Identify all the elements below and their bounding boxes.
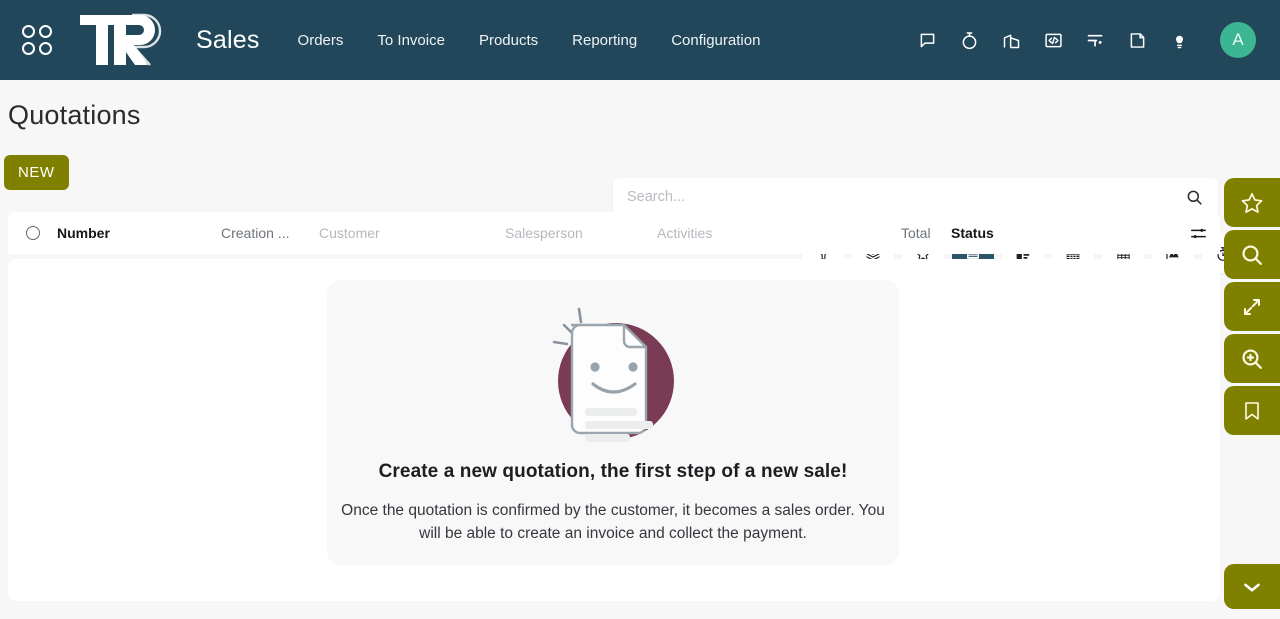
menu-item-orders[interactable]: Orders	[298, 32, 344, 49]
apps-dot	[22, 25, 35, 38]
search-input[interactable]	[627, 189, 1185, 205]
expand-icon[interactable]	[1224, 282, 1280, 331]
empty-state-title: Create a new quotation, the first step o…	[378, 461, 848, 482]
search-bar[interactable]	[613, 178, 1218, 216]
bookmark-icon[interactable]	[1224, 386, 1280, 435]
empty-state: Create a new quotation, the first step o…	[327, 280, 899, 565]
main-menu: Orders To Invoice Products Reporting Con…	[298, 32, 761, 49]
new-button[interactable]: NEW	[4, 155, 69, 190]
table-body: Create a new quotation, the first step o…	[8, 259, 1220, 601]
menu-item-products[interactable]: Products	[479, 32, 538, 49]
app-name[interactable]: Sales	[196, 26, 260, 55]
page-title: Quotations	[8, 100, 141, 130]
column-settings-icon[interactable]	[1189, 224, 1208, 243]
table-header-row: Number Creation ... Customer Salesperson…	[8, 212, 1220, 254]
column-header-activities[interactable]: Activities	[657, 225, 901, 241]
search-icon[interactable]	[1224, 230, 1280, 279]
control-panel: Quotations NEW	[0, 80, 1280, 273]
menu-item-configuration[interactable]: Configuration	[671, 32, 760, 49]
code-editor-icon[interactable]	[1042, 29, 1064, 51]
apps-grid-icon[interactable]	[22, 25, 52, 55]
apps-dot	[39, 42, 52, 55]
timer-icon[interactable]	[958, 29, 980, 51]
column-header-status[interactable]: Status	[951, 225, 994, 241]
search-icon[interactable]	[1185, 188, 1204, 207]
side-toolbar	[1224, 178, 1280, 435]
zoom-in-icon[interactable]	[1224, 334, 1280, 383]
column-header-salesperson[interactable]: Salesperson	[505, 225, 657, 241]
bulb-icon[interactable]	[1168, 29, 1190, 51]
apps-dot	[39, 25, 52, 38]
note-icon[interactable]	[1126, 29, 1148, 51]
apps-dot	[22, 42, 35, 55]
column-header-number[interactable]: Number	[57, 225, 221, 241]
activity-board-icon[interactable]	[1084, 29, 1106, 51]
chevron-down-icon[interactable]	[1224, 564, 1280, 609]
select-all-checkbox[interactable]	[26, 226, 40, 240]
company-icon[interactable]	[1000, 29, 1022, 51]
column-header-creation-date[interactable]: Creation ...	[221, 225, 319, 241]
avatar[interactable]: A	[1220, 22, 1256, 58]
column-header-total[interactable]: Total	[901, 225, 951, 241]
menu-item-to-invoice[interactable]: To Invoice	[377, 32, 445, 49]
empty-state-subtitle: Once the quotation is confirmed by the c…	[341, 502, 885, 542]
messages-icon[interactable]	[916, 29, 938, 51]
top-navbar: Sales Orders To Invoice Products Reporti…	[0, 0, 1280, 80]
column-header-customer[interactable]: Customer	[319, 225, 505, 241]
brand-logo[interactable]	[78, 12, 174, 68]
menu-item-reporting[interactable]: Reporting	[572, 32, 637, 49]
star-icon[interactable]	[1224, 178, 1280, 227]
smiling-document-icon	[528, 289, 698, 459]
navbar-actions: A	[916, 22, 1256, 58]
list-view: Number Creation ... Customer Salesperson…	[0, 212, 1280, 601]
